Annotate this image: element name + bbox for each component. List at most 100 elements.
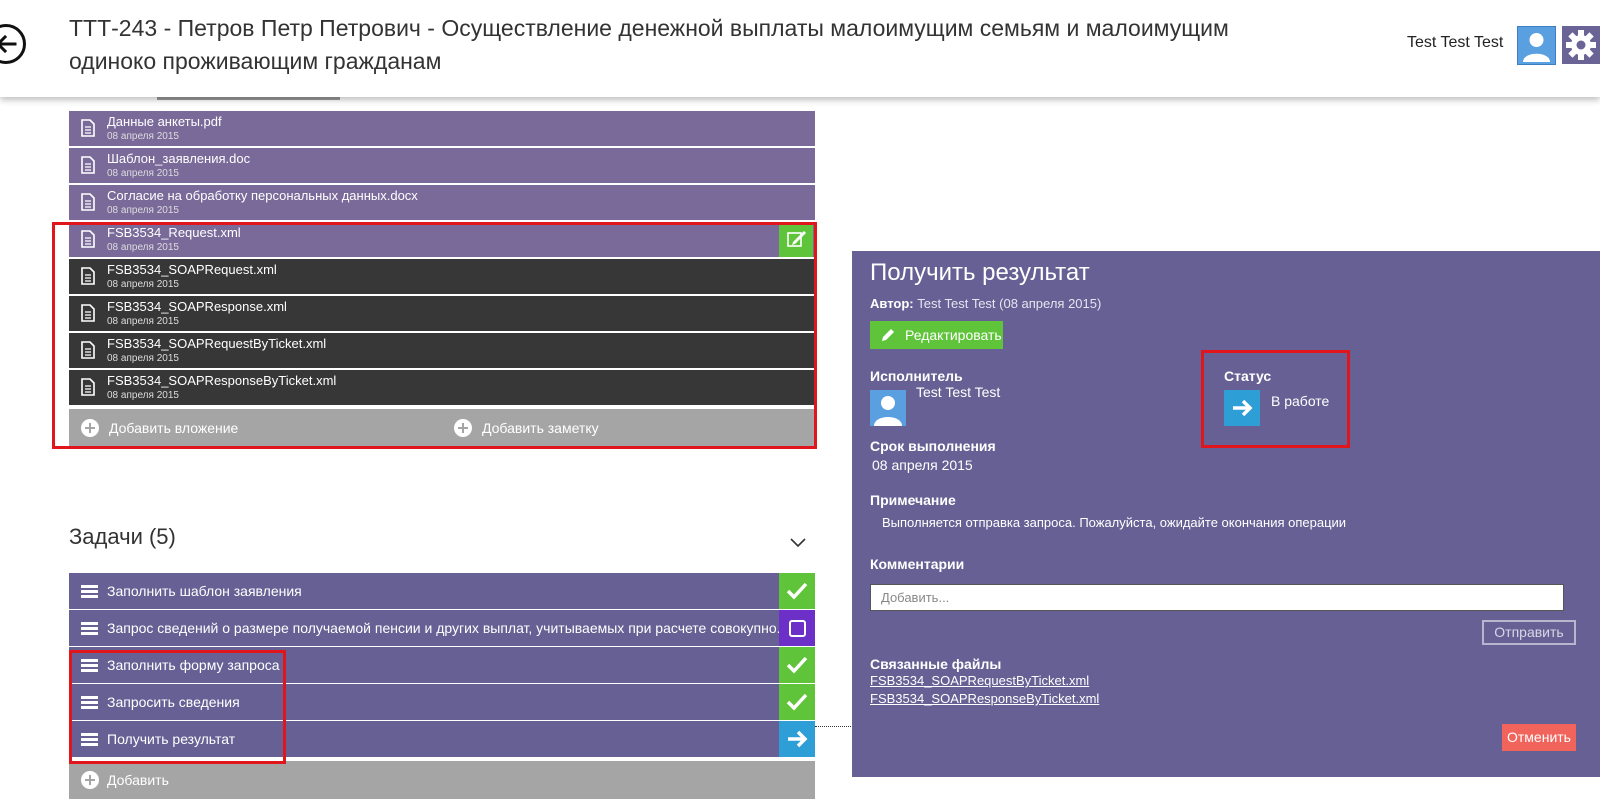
tasks-heading: Задачи (5) [69, 524, 176, 549]
edit-icon [787, 231, 806, 247]
checkmark-icon [786, 693, 808, 711]
settings-button[interactable] [1562, 26, 1600, 64]
executor-label: Исполнитель [870, 368, 963, 384]
attachment-row[interactable]: FSB3534_SOAPResponse.xml 08 апреля 2015 [69, 296, 815, 332]
add-task-label: Добавить [107, 772, 169, 788]
attachment-name: FSB3534_SOAPRequestByTicket.xml [107, 336, 327, 351]
task-label: Получить результат [107, 731, 236, 747]
task-label: Запросить сведения [107, 694, 240, 710]
document-icon [81, 156, 95, 174]
document-icon [81, 267, 95, 285]
task-detail-panel: Получить результат Автор: Test Test Test… [852, 251, 1600, 777]
attachment-name: FSB3534_SOAPRequest.xml [107, 262, 277, 277]
attachment-name: Шаблон_заявления.doc [107, 151, 251, 166]
comments-label: Комментарии [870, 556, 965, 572]
task-row[interactable]: Заполнить шаблон заявления [69, 573, 815, 610]
document-icon [81, 304, 95, 322]
attachment-date: 08 апреля 2015 [107, 131, 179, 142]
plus-circle-icon [454, 419, 472, 437]
attachment-name: FSB3534_SOAPResponse.xml [107, 299, 287, 314]
gear-icon [1566, 30, 1596, 60]
add-task-button[interactable]: Добавить [69, 761, 815, 799]
attachment-date: 08 апреля 2015 [107, 279, 179, 290]
note-label: Примечание [870, 492, 956, 508]
arrow-right-icon [788, 730, 808, 748]
edit-task-button[interactable]: Редактировать [870, 321, 1003, 349]
attachment-row[interactable]: FSB3534_SOAPRequestByTicket.xml 08 апрел… [69, 333, 815, 369]
attachment-date: 08 апреля 2015 [107, 242, 179, 253]
task-label: Заполнить форму запроса [107, 657, 280, 673]
status-arrow-icon [1224, 390, 1260, 426]
task-row[interactable]: Запрос сведений о размере получаемой пен… [69, 610, 815, 647]
document-icon [81, 230, 95, 248]
status-value: В работе [1271, 393, 1330, 409]
plus-circle-icon [81, 771, 99, 789]
plus-circle-icon [81, 419, 99, 437]
attachment-name: Данные анкеты.pdf [107, 114, 222, 129]
task-status-done[interactable] [779, 573, 815, 609]
attachment-date: 08 апреля 2015 [107, 205, 179, 216]
attachment-row[interactable]: Шаблон_заявления.doc 08 апреля 2015 [69, 148, 815, 184]
attachment-row[interactable]: FSB3534_Request.xml 08 апреля 2015 [69, 222, 815, 258]
selection-connector [815, 726, 853, 727]
user-avatar-icon[interactable] [1517, 26, 1556, 65]
task-row-selected[interactable]: Получить результат [69, 721, 815, 758]
pencil-icon [882, 329, 894, 341]
attachment-actions: Добавить вложение Добавить заметку [69, 409, 815, 448]
attachment-date: 08 апреля 2015 [107, 168, 179, 179]
executor-avatar-icon [870, 390, 906, 426]
document-icon [81, 193, 95, 211]
tab-underline [157, 97, 340, 100]
task-list-icon [81, 696, 98, 709]
checkmark-icon [786, 656, 808, 674]
selection-connector [69, 726, 71, 762]
author-line: Автор: Test Test Test (08 апреля 2015) [870, 296, 1101, 311]
checkbox-icon [789, 620, 806, 637]
user-name[interactable]: Test Test Test [1407, 34, 1503, 52]
author-value: Test Test Test (08 апреля 2015) [917, 296, 1102, 311]
document-icon [81, 119, 95, 137]
add-note-button[interactable]: Добавить заметку [454, 409, 654, 448]
task-row[interactable]: Запросить сведения [69, 684, 815, 721]
attachment-row[interactable]: Согласие на обработку персональных данны… [69, 185, 815, 221]
back-button[interactable] [0, 24, 26, 64]
linked-file-link[interactable]: FSB3534_SOAPRequestByTicket.xml [870, 673, 1089, 688]
attachment-name: Согласие на обработку персональных данны… [107, 188, 418, 203]
task-status-done[interactable] [779, 647, 815, 683]
chevron-down-icon[interactable] [790, 538, 806, 548]
executor-name: Test Test Test [916, 384, 1001, 400]
app-header: ТТТ-243 - Петров Петр Петрович - Осущест… [0, 0, 1600, 97]
task-status-checkbox[interactable] [779, 610, 815, 646]
task-list-icon [81, 659, 98, 672]
attachment-row[interactable]: FSB3534_SOAPRequest.xml 08 апреля 2015 [69, 259, 815, 295]
attachment-date: 08 апреля 2015 [107, 353, 179, 364]
attachment-row[interactable]: Данные анкеты.pdf 08 апреля 2015 [69, 111, 815, 147]
attachment-row[interactable]: FSB3534_SOAPResponseByTicket.xml 08 апре… [69, 370, 815, 406]
task-label: Заполнить шаблон заявления [107, 583, 302, 599]
linked-file-link[interactable]: FSB3534_SOAPResponseByTicket.xml [870, 691, 1099, 706]
add-attachment-label: Добавить вложение [109, 420, 239, 436]
task-status-in-progress[interactable] [779, 721, 815, 757]
task-list-icon [81, 622, 98, 635]
deadline-value: 08 апреля 2015 [872, 457, 973, 473]
task-list-icon [81, 585, 98, 598]
attachment-date: 08 апреля 2015 [107, 390, 179, 401]
checkmark-icon [786, 582, 808, 600]
linked-files-label: Связанные файлы [870, 656, 1002, 672]
comment-input[interactable] [870, 584, 1564, 611]
status-label: Статус [1224, 368, 1272, 384]
cancel-button[interactable]: Отменить [1502, 724, 1576, 751]
edit-attachment-button[interactable] [779, 222, 813, 257]
send-button[interactable]: Отправить [1482, 620, 1576, 645]
attachment-date: 08 апреля 2015 [107, 316, 179, 327]
note-value: Выполняется отправка запроса. Пожалуйста… [882, 515, 1347, 530]
deadline-label: Срок выполнения [870, 438, 996, 454]
arrow-left-icon [0, 34, 17, 54]
page-title: ТТТ-243 - Петров Петр Петрович - Осущест… [69, 15, 1229, 74]
task-status-done[interactable] [779, 684, 815, 720]
task-row[interactable]: Заполнить форму запроса [69, 647, 815, 684]
document-icon [81, 378, 95, 396]
edit-label: Редактировать [905, 327, 1002, 343]
attachment-name: FSB3534_SOAPResponseByTicket.xml [107, 373, 337, 388]
add-attachment-button[interactable]: Добавить вложение [81, 409, 281, 448]
